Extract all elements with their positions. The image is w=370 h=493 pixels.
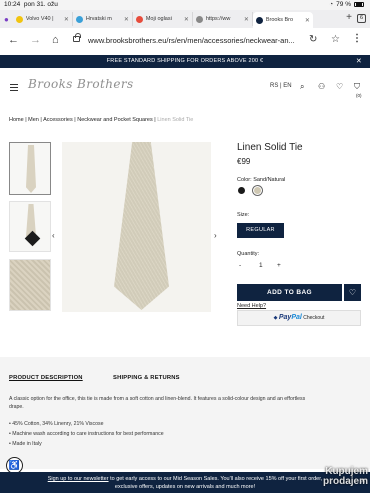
size-regular-button[interactable]: REGULAR bbox=[237, 223, 284, 238]
browser-tab-strip: ● Volvo V40 | ✕ Hrvatski m ✕ Moji oglasi ✕ … bbox=[0, 10, 370, 28]
back-icon[interactable]: ← bbox=[8, 34, 19, 46]
product-price: €99 bbox=[237, 157, 251, 166]
add-to-bag-button[interactable]: ADD TO BAG bbox=[237, 284, 342, 301]
status-date: pon 31. ožu bbox=[23, 1, 58, 8]
wifi-icon: ◔ bbox=[329, 1, 334, 8]
newsletter-text: to get early access to our Mid Season Sa… bbox=[108, 476, 323, 482]
thumbnail-front[interactable] bbox=[9, 142, 51, 195]
tie-image bbox=[114, 142, 169, 310]
bag-icon[interactable]: ⛉ bbox=[354, 82, 360, 92]
tab-brooks-brothers[interactable]: Brooks Bro ✕ bbox=[252, 12, 313, 28]
paypal-checkout-button[interactable]: ◆ PayPal Checkout bbox=[237, 310, 361, 326]
tab-favicon bbox=[75, 15, 83, 23]
quantity-plus-button[interactable]: + bbox=[277, 262, 281, 269]
breadcrumb-neckwear[interactable]: Neckwear and Pocket Squares bbox=[77, 117, 153, 123]
bullet-composition: • 45% Cotton, 34% Linenry, 21% Viscose bbox=[9, 421, 104, 427]
newsletter-signup-link[interactable]: Sign up to our newsletter bbox=[48, 476, 109, 482]
star-icon[interactable]: ☆ bbox=[331, 34, 340, 45]
hamburger-menu-icon[interactable] bbox=[10, 84, 18, 93]
close-icon[interactable]: ✕ bbox=[124, 16, 129, 23]
color-label: Color: Sand/Natural bbox=[237, 177, 286, 183]
tab-favicon bbox=[195, 15, 203, 23]
close-icon[interactable]: ✕ bbox=[305, 17, 310, 24]
main-product-image[interactable] bbox=[62, 142, 211, 312]
language-selector[interactable]: RS | EN bbox=[270, 83, 292, 89]
tie-image bbox=[26, 145, 36, 193]
heart-icon[interactable]: ♡ bbox=[336, 82, 343, 91]
color-swatch-black[interactable] bbox=[238, 187, 245, 194]
size-label: Size: bbox=[237, 212, 250, 218]
site-header: Brooks Brothers RS | EN ⌕ ⚇ ♡ ⛉ (0) bbox=[0, 68, 370, 106]
reload-icon[interactable]: ↻ bbox=[309, 34, 317, 45]
product-details-section bbox=[0, 357, 370, 469]
breadcrumb-men[interactable]: Men bbox=[28, 117, 39, 123]
close-icon[interactable]: ✕ bbox=[64, 16, 69, 23]
tab-volvo[interactable]: Volvo V40 | ✕ bbox=[13, 12, 73, 26]
tab-count-button[interactable]: 6 bbox=[357, 14, 366, 23]
new-tab-button[interactable]: + bbox=[346, 12, 352, 23]
close-icon[interactable]: ✕ bbox=[184, 16, 189, 23]
tab-shipping-returns[interactable]: SHIPPING & RETURNS bbox=[113, 375, 180, 381]
tab-moji-oglasi[interactable]: Moji oglasi ✕ bbox=[133, 12, 193, 26]
chevron-left-icon[interactable]: ‹ bbox=[52, 231, 55, 240]
quantity-stepper: - 1 + bbox=[237, 262, 289, 273]
breadcrumb: Home | Men | Accessories | Neckwear and … bbox=[9, 117, 194, 123]
newsletter-text-2: exclusive offers, updates on new arrival… bbox=[114, 484, 256, 490]
close-icon[interactable]: ✕ bbox=[244, 16, 249, 23]
address-bar: ← → ⌂ www.brooksbrothers.eu/rs/en/men/ac… bbox=[0, 28, 370, 54]
breadcrumb-accessories[interactable]: Accessories bbox=[43, 117, 73, 123]
menu-icon[interactable]: ⋮ bbox=[352, 33, 362, 44]
url-input[interactable]: www.brooksbrothers.eu/rs/en/men/accessor… bbox=[88, 36, 302, 45]
battery-percent: 79 % bbox=[336, 1, 351, 8]
incognito-icon[interactable]: ● bbox=[4, 15, 9, 24]
fabric-texture bbox=[10, 260, 50, 310]
product-title: Linen Solid Tie bbox=[237, 142, 303, 153]
watermark-logo: Kupujem prodajem bbox=[322, 466, 368, 487]
quantity-value[interactable]: 1 bbox=[259, 262, 263, 269]
paypal-pal: Pal bbox=[291, 314, 302, 321]
paypal-logo-icon: ◆ bbox=[273, 315, 278, 321]
battery-icon bbox=[354, 2, 364, 7]
search-icon[interactable]: ⌕ bbox=[300, 82, 304, 92]
tab-https[interactable]: https://ww ✕ bbox=[193, 12, 253, 26]
tab-product-description[interactable]: PRODUCT DESCRIPTION bbox=[9, 375, 83, 381]
tab-hrvatski[interactable]: Hrvatski m ✕ bbox=[73, 12, 133, 26]
bullet-origin: • Made in Italy bbox=[9, 441, 42, 447]
forward-icon[interactable]: → bbox=[30, 34, 41, 46]
tab-favicon bbox=[135, 15, 143, 23]
promo-text: FREE STANDARD SHIPPING FOR ORDERS ABOVE … bbox=[106, 58, 264, 64]
tab-favicon bbox=[15, 15, 23, 23]
paypal-checkout-label: Checkout bbox=[303, 315, 325, 321]
need-help-link[interactable]: Need Help? bbox=[237, 303, 266, 309]
bullet-care: • Machine wash according to care instruc… bbox=[9, 431, 164, 437]
quantity-label: Quantity: bbox=[237, 251, 260, 257]
bag-count: (0) bbox=[356, 93, 362, 98]
breadcrumb-current: Linen Solid Tie bbox=[157, 117, 194, 123]
tab-favicon bbox=[255, 16, 263, 24]
paypal-pay: Pay bbox=[278, 314, 292, 321]
chevron-right-icon[interactable]: › bbox=[214, 231, 217, 240]
user-icon[interactable]: ⚇ bbox=[318, 82, 325, 91]
newsletter-banner: Sign up to our newsletter to get early a… bbox=[0, 472, 370, 493]
breadcrumb-home[interactable]: Home bbox=[9, 117, 24, 123]
status-time: 10:24 bbox=[4, 1, 21, 8]
wishlist-heart-icon[interactable]: ♡ bbox=[344, 284, 361, 301]
lock-icon[interactable] bbox=[73, 33, 81, 42]
color-swatch-sand[interactable] bbox=[254, 187, 261, 194]
quantity-minus-button[interactable]: - bbox=[239, 262, 241, 269]
home-icon[interactable]: ⌂ bbox=[52, 34, 59, 46]
product-description-text: A classic option for the office, this ti… bbox=[9, 396, 306, 410]
brand-logo[interactable]: Brooks Brothers bbox=[28, 77, 134, 91]
thumbnail-back[interactable] bbox=[9, 201, 51, 252]
thumbnail-fabric[interactable] bbox=[9, 259, 51, 311]
status-bar: 10:24 pon 31. ožu ◔ 79 % bbox=[0, 0, 370, 10]
close-icon[interactable]: ✕ bbox=[356, 55, 362, 68]
promo-banner: FREE STANDARD SHIPPING FOR ORDERS ABOVE … bbox=[0, 55, 370, 68]
